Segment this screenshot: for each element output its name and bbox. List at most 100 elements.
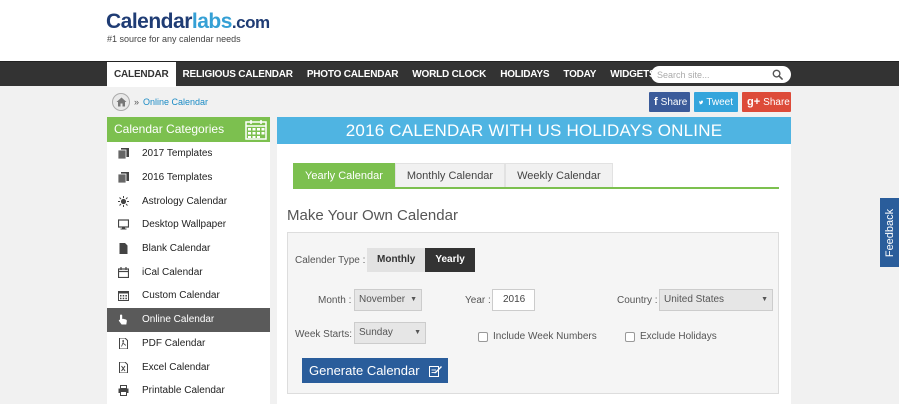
site-tagline: #1 source for any calendar needs bbox=[107, 34, 241, 44]
breadcrumb-current[interactable]: Online Calendar bbox=[143, 97, 208, 107]
search-icon[interactable] bbox=[772, 69, 783, 80]
site-header: Calendarlabs.com #1 source for any calen… bbox=[0, 0, 899, 61]
sidebar-item-blank-calendar[interactable]: Blank Calendar bbox=[107, 237, 270, 261]
nav-item-photo-calendar[interactable]: PHOTO CALENDAR bbox=[300, 62, 405, 87]
sidebar-item-label: Astrology Calendar bbox=[142, 195, 228, 207]
generate-calendar-button[interactable]: Generate Calendar bbox=[302, 358, 448, 383]
tab-yearly-calendar[interactable]: Yearly Calendar bbox=[293, 163, 395, 187]
sidebar-item-label: Excel Calendar bbox=[142, 361, 210, 373]
sidebar-item-label: iCal Calendar bbox=[142, 266, 203, 278]
type-yearly-button[interactable]: Yearly bbox=[425, 248, 475, 272]
printer-icon bbox=[118, 385, 129, 397]
month-select[interactable]: November ▼ bbox=[354, 289, 422, 311]
facebook-share-button[interactable]: f Share bbox=[649, 92, 690, 112]
chevron-down-icon: ▼ bbox=[414, 329, 421, 336]
breadcrumb-separator: » bbox=[134, 97, 140, 107]
sidebar-item-label: Online Calendar bbox=[142, 314, 215, 326]
sidebar-item-printable-calendar[interactable]: Printable Calendar bbox=[107, 379, 270, 403]
calendar-tabs: Yearly Calendar Monthly Calendar Weekly … bbox=[293, 163, 779, 189]
sidebar-item-2017-templates[interactable]: 2017 Templates bbox=[107, 142, 270, 166]
sidebar-item-label: Custom Calendar bbox=[142, 290, 220, 302]
monitor-icon bbox=[118, 219, 129, 230]
week-starts-select[interactable]: Sunday ▼ bbox=[354, 322, 426, 344]
sidebar-header: Calendar Categories bbox=[107, 117, 270, 142]
include-week-numbers-checkbox[interactable]: Include Week Numbers bbox=[478, 331, 597, 342]
sidebar-item-online-calendar[interactable]: Online Calendar bbox=[107, 307, 270, 332]
tab-weekly-calendar[interactable]: Weekly Calendar bbox=[505, 163, 613, 187]
page-title: 2016 CALENDAR WITH US HOLIDAYS ONLINE bbox=[277, 117, 791, 144]
sidebar-item-excel-calendar[interactable]: Excel Calendar bbox=[107, 355, 270, 379]
facebook-share-label: Share bbox=[660, 96, 688, 108]
grid-calendar-icon bbox=[118, 291, 129, 302]
month-label: Month : bbox=[318, 295, 352, 306]
excel-icon bbox=[119, 361, 128, 373]
feedback-tab[interactable]: Feedback bbox=[880, 198, 899, 267]
nav-item-calendar[interactable]: CALENDAR bbox=[107, 62, 176, 87]
pdf-icon bbox=[119, 337, 128, 349]
templates-icon bbox=[118, 148, 129, 160]
sidebar-item-custom-calendar[interactable]: Custom Calendar bbox=[107, 284, 270, 308]
country-label: Country : bbox=[617, 295, 658, 306]
country-select[interactable]: United States ▼ bbox=[659, 289, 773, 311]
calendar-icon bbox=[118, 266, 129, 278]
year-input[interactable]: 2016 bbox=[492, 289, 535, 311]
nav-item-today[interactable]: TODAY bbox=[556, 62, 603, 87]
facebook-icon: f bbox=[654, 96, 658, 108]
edit-icon bbox=[429, 366, 442, 377]
nav-item-holidays[interactable]: HOLIDAYS bbox=[493, 62, 556, 87]
include-week-numbers-label: Include Week Numbers bbox=[493, 331, 597, 342]
sidebar-item-2016-templates[interactable]: 2016 Templates bbox=[107, 166, 270, 190]
week-starts-select-value: Sunday bbox=[359, 327, 393, 338]
sidebar-item-label: 2017 Templates bbox=[142, 148, 213, 160]
twitter-tweet-button[interactable]: Tweet bbox=[694, 92, 738, 112]
breadcrumb: » Online Calendar bbox=[112, 93, 208, 111]
nav-item-religious-calendar[interactable]: RELIGIOUS CALENDAR bbox=[176, 62, 300, 87]
main-navbar: CALENDAR RELIGIOUS CALENDAR PHOTO CALEND… bbox=[0, 61, 899, 87]
sidebar-item-label: 2016 Templates bbox=[142, 172, 213, 184]
sun-icon bbox=[118, 195, 129, 207]
sidebar-item-astrology-calendar[interactable]: Astrology Calendar bbox=[107, 189, 270, 213]
tab-monthly-calendar[interactable]: Monthly Calendar bbox=[394, 163, 506, 187]
gplus-share-button[interactable]: g+ Share bbox=[742, 92, 791, 112]
sidebar-item-label: Desktop Wallpaper bbox=[142, 219, 227, 231]
search-input[interactable] bbox=[657, 67, 767, 82]
chevron-down-icon: ▼ bbox=[761, 296, 768, 303]
checkbox-box bbox=[625, 331, 635, 342]
twitter-icon bbox=[699, 100, 704, 104]
document-icon bbox=[119, 243, 128, 255]
sidebar: Calendar Categories 2017 Templates 2016 … bbox=[107, 117, 270, 404]
home-icon[interactable] bbox=[112, 93, 130, 111]
month-select-value: November bbox=[359, 294, 406, 305]
calendar-type-toggle: Monthly Yearly bbox=[367, 248, 475, 272]
main-nav: CALENDAR RELIGIOUS CALENDAR PHOTO CALEND… bbox=[107, 62, 663, 87]
gplus-share-label: Share bbox=[763, 96, 790, 108]
exclude-holidays-label: Exclude Holidays bbox=[640, 331, 717, 342]
sidebar-item-pdf-calendar[interactable]: PDF Calendar bbox=[107, 332, 270, 356]
sidebar-item-label: Printable Calendar bbox=[142, 385, 225, 397]
sidebar-item-desktop-wallpaper[interactable]: Desktop Wallpaper bbox=[107, 213, 270, 237]
sidebar-item-ical-calendar[interactable]: iCal Calendar bbox=[107, 260, 270, 284]
main-content: 2016 CALENDAR WITH US HOLIDAYS ONLINE Ye… bbox=[277, 117, 791, 404]
site-logo[interactable]: Calendarlabs.com bbox=[106, 10, 270, 34]
sidebar-item-label: Blank Calendar bbox=[142, 243, 211, 255]
sidebar-item-label: PDF Calendar bbox=[142, 337, 206, 349]
sidebar-title: Calendar Categories bbox=[114, 122, 225, 136]
week-starts-label: Week Starts: bbox=[295, 329, 353, 340]
logo-part-com: .com bbox=[231, 13, 270, 32]
calendar-form: Calender Type : Monthly Yearly Month : N… bbox=[287, 232, 779, 394]
gplus-icon: g+ bbox=[747, 96, 761, 108]
exclude-holidays-checkbox[interactable]: Exclude Holidays bbox=[625, 331, 717, 342]
feedback-label: Feedback bbox=[883, 208, 896, 257]
logo-part-calendar: Calendar bbox=[106, 10, 192, 33]
country-select-value: United States bbox=[664, 294, 725, 305]
type-monthly-button[interactable]: Monthly bbox=[367, 248, 426, 272]
nav-item-world-clock[interactable]: WORLD CLOCK bbox=[405, 62, 493, 87]
twitter-tweet-label: Tweet bbox=[706, 96, 733, 108]
checkbox-box bbox=[478, 331, 488, 342]
logo-part-labs: labs bbox=[191, 10, 233, 33]
chevron-down-icon: ▼ bbox=[410, 296, 417, 303]
generate-calendar-label: Generate Calendar bbox=[309, 363, 420, 378]
section-title: Make Your Own Calendar bbox=[287, 207, 458, 224]
calendar-type-label: Calender Type : bbox=[295, 255, 366, 266]
calendar-grid-icon bbox=[245, 120, 267, 140]
